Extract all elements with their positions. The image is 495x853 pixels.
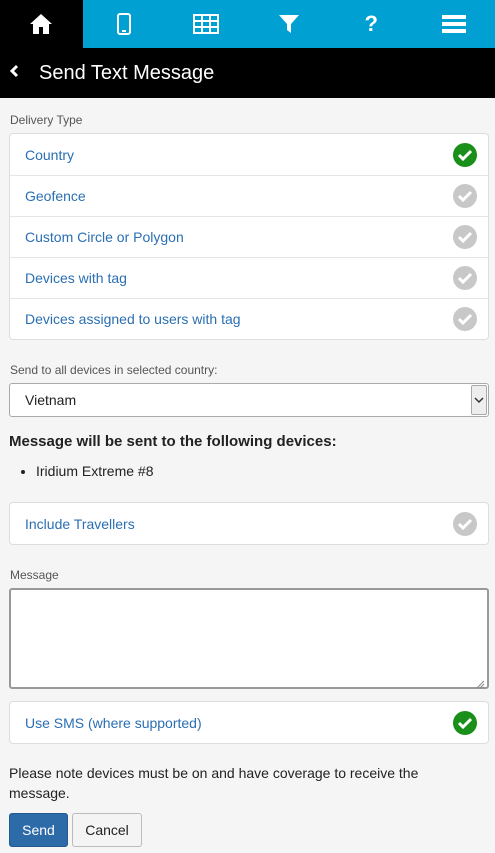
check-icon xyxy=(453,710,477,735)
use-sms-toggle[interactable]: Use SMS (where supported) xyxy=(10,702,488,743)
back-button[interactable] xyxy=(0,48,28,98)
option-label: Geofence xyxy=(25,188,86,204)
option-label: Use SMS (where supported) xyxy=(25,714,202,731)
travellers-panel: Include Travellers xyxy=(9,502,489,545)
check-icon xyxy=(453,184,477,208)
tab-filter[interactable] xyxy=(248,0,331,48)
tab-grid[interactable] xyxy=(165,0,248,48)
list-item: Iridium Extreme #8 xyxy=(36,463,153,479)
option-label: Devices assigned to users with tag xyxy=(25,311,241,327)
home-icon xyxy=(29,13,53,35)
devices-heading: Message will be sent to the following de… xyxy=(9,433,337,450)
message-textarea[interactable] xyxy=(9,588,489,689)
tab-devices[interactable] xyxy=(83,0,166,48)
check-icon xyxy=(453,266,477,290)
coverage-note: Please note devices must be on and have … xyxy=(9,765,419,801)
send-button[interactable]: Send xyxy=(9,813,68,847)
device-list: Iridium Extreme #8 xyxy=(36,463,153,479)
device-icon xyxy=(116,13,131,35)
grid-icon xyxy=(193,14,220,34)
include-travellers-toggle[interactable]: Include Travellers xyxy=(10,503,488,544)
delivery-option-country[interactable]: Country xyxy=(10,134,488,175)
option-label: Include Travellers xyxy=(25,515,135,532)
check-icon xyxy=(453,225,477,249)
page-title: Send Text Message xyxy=(39,61,215,84)
option-label: Devices with tag xyxy=(25,270,127,286)
delivery-type-list: Country Geofence Custom Circle or Polygo… xyxy=(9,133,489,340)
delivery-option-devices-tag[interactable]: Devices with tag xyxy=(10,257,488,298)
cancel-button[interactable]: Cancel xyxy=(72,813,142,847)
chevron-left-icon xyxy=(9,64,19,83)
option-label: Custom Circle or Polygon xyxy=(25,229,184,245)
country-label: Send to all devices in selected country: xyxy=(10,363,218,377)
top-nav: ? xyxy=(0,0,495,48)
check-icon xyxy=(453,511,477,536)
menu-icon xyxy=(441,14,466,34)
chevron-down-icon[interactable] xyxy=(471,385,487,415)
check-icon xyxy=(453,307,477,331)
delivery-type-label: Delivery Type xyxy=(10,113,83,127)
title-bar: Send Text Message xyxy=(0,48,495,98)
delivery-option-users-tag[interactable]: Devices assigned to users with tag xyxy=(10,298,488,339)
tab-menu[interactable] xyxy=(413,0,495,48)
tab-home[interactable] xyxy=(0,0,83,48)
country-select-value: Vietnam xyxy=(25,392,77,408)
delivery-option-geofence[interactable]: Geofence xyxy=(10,175,488,216)
option-label: Country xyxy=(25,146,75,163)
tab-help[interactable]: ? xyxy=(330,0,413,48)
filter-icon xyxy=(278,13,300,35)
sms-panel: Use SMS (where supported) xyxy=(9,701,489,744)
country-select[interactable]: Vietnam xyxy=(9,383,489,417)
check-icon xyxy=(453,142,477,167)
help-icon: ? xyxy=(364,11,378,36)
message-label: Message xyxy=(10,568,59,582)
delivery-option-custom-circle[interactable]: Custom Circle or Polygon xyxy=(10,216,488,257)
